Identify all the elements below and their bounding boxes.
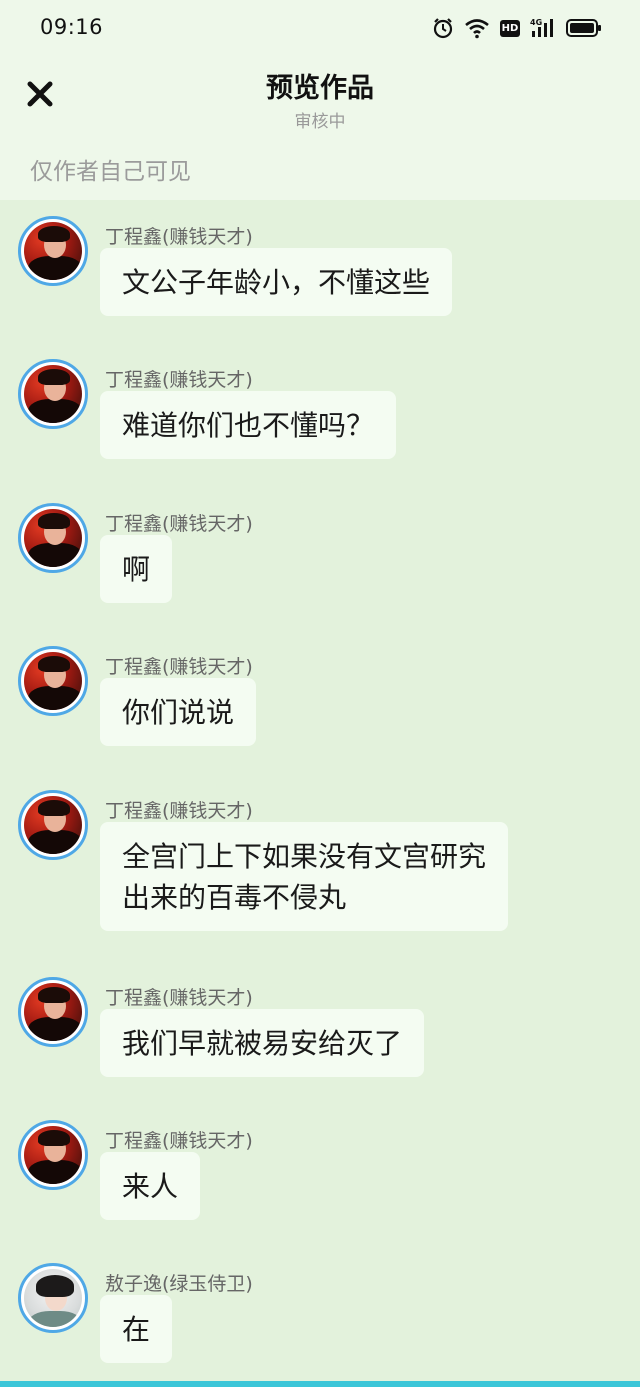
alarm-icon — [432, 17, 454, 39]
sender-name: 丁程鑫(赚钱天才) — [105, 1130, 253, 1152]
avatar-ding[interactable] — [18, 503, 88, 573]
page-title: 预览作品 — [266, 73, 374, 104]
sender-name: 丁程鑫(赚钱天才) — [105, 656, 253, 678]
message-bubble[interactable]: 我们早就被易安给灭了 — [100, 1009, 425, 1077]
visibility-notice: 仅作者自己可见 — [30, 159, 191, 185]
avatar-ding[interactable] — [18, 977, 88, 1047]
avatar-ding[interactable] — [18, 359, 88, 429]
message-text: 在 — [122, 1313, 151, 1346]
status-bar: 09:16 HD 4G — [0, 0, 640, 56]
message-bubble[interactable]: 啊 — [100, 535, 173, 603]
message-text: 全宫门上下如果没有文宫研究 — [122, 840, 487, 873]
network-type-label: 4G — [530, 18, 542, 27]
hd-icon: HD — [500, 19, 520, 37]
sender-name: 丁程鑫(赚钱天才) — [105, 226, 253, 248]
sender-name: 丁程鑫(赚钱天才) — [105, 513, 253, 535]
message-text: 来人 — [122, 1170, 179, 1203]
message-bubble[interactable]: 难道你们也不懂吗？ — [100, 391, 397, 459]
status-time: 09:16 — [40, 15, 104, 39]
avatar-ding[interactable] — [18, 216, 88, 286]
message-text: 难道你们也不懂吗？ — [122, 409, 375, 442]
wifi-icon — [464, 17, 490, 39]
message-bubble[interactable]: 文公子年龄小，不懂这些 — [100, 248, 453, 316]
system-icons: HD 4G — [432, 14, 602, 42]
message-text: 出来的百毒不侵丸 — [122, 881, 347, 914]
avatar-ding[interactable] — [18, 1120, 88, 1190]
message-bubble[interactable]: 你们说说 — [100, 678, 257, 746]
sender-name: 敖子逸(绿玉侍卫) — [105, 1273, 253, 1295]
bottom-strip — [0, 1381, 640, 1387]
battery-icon — [566, 18, 602, 38]
message-bubble[interactable]: 在 — [100, 1295, 173, 1363]
message-text: 我们早就被易安给灭了 — [122, 1027, 403, 1060]
sender-name: 丁程鑫(赚钱天才) — [105, 369, 253, 391]
sender-name: 丁程鑫(赚钱天才) — [105, 987, 253, 1009]
message-bubble[interactable]: 全宫门上下如果没有文宫研究 出来的百毒不侵丸 — [100, 822, 509, 931]
message-text: 文公子年龄小，不懂这些 — [122, 266, 431, 299]
sender-name: 丁程鑫(赚钱天才) — [105, 800, 253, 822]
message-text: 你们说说 — [122, 696, 235, 729]
message-text: 啊 — [122, 553, 151, 586]
signal-4g-icon: 4G — [530, 17, 556, 39]
avatar-ding[interactable] — [18, 646, 88, 716]
message-bubble[interactable]: 来人 — [100, 1152, 201, 1220]
review-status: 审核中 — [294, 112, 346, 132]
top-bar: 09:16 HD 4G 预览作品 审核中 仅作者自己可见 — [0, 0, 640, 200]
avatar-ding[interactable] — [18, 790, 88, 860]
avatar-ao[interactable] — [18, 1263, 88, 1333]
